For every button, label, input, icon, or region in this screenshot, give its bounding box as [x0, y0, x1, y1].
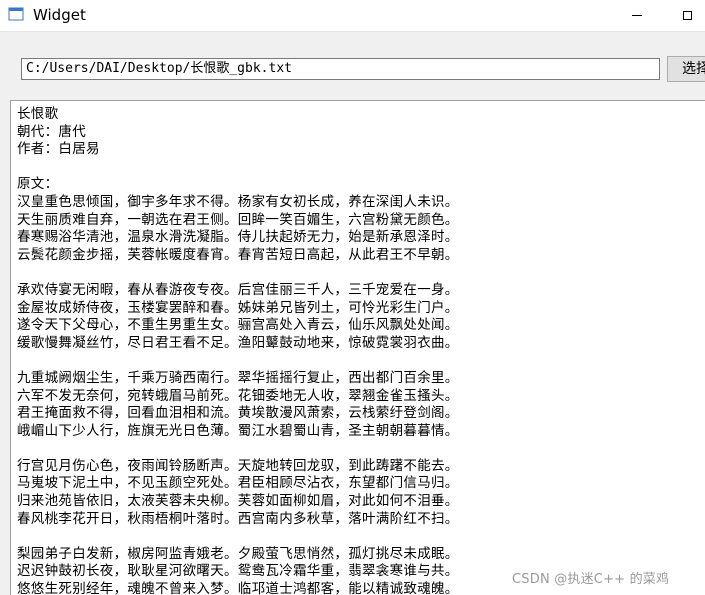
- file-content-textarea[interactable]: 长恨歌 朝代：唐代 作者：白居易 原文： 汉皇重色思倾国，御宇多年求不得。杨家有女初长成…: [10, 100, 705, 595]
- text-line: 作者：白居易: [17, 141, 100, 158]
- text-line: [17, 352, 459, 370]
- file-content-text: 长恨歌 朝代：唐代 作者：白居易 原文： 汉皇重色思倾国，御宇多年求不得。杨家有女初长成…: [17, 106, 459, 595]
- text-line: 归来池苑皆依旧，太液芙蓉未央柳。芙蓉如面柳如眉，对此如何不泪垂。: [17, 493, 459, 510]
- text-line: 春风桃李花开日，秋雨梧桐叶落时。西宫南内多秋草，落叶满阶红不扫。: [17, 510, 459, 527]
- text-line: 长恨歌: [17, 106, 59, 122]
- text-line: 六军不发无奈何，宛转蛾眉马前死。花钿委地无人收，翠翘金雀玉搔头。: [17, 387, 459, 404]
- text-line: 梨园弟子白发新，椒房阿监青娥老。夕殿萤飞思悄然，孤灯挑尽未成眠。: [17, 545, 459, 562]
- text-line: [17, 264, 459, 282]
- text-line: 悠悠生死别经年，魂魄不曾来入梦。临邛道士鸿都客，能以精诚致魂魄。: [17, 581, 459, 595]
- text-line: 迟迟钟鼓初长夜，耿耿星河欲曙天。鸳鸯瓦冷霜华重，翡翠衾寒谁与共。: [17, 563, 459, 580]
- text-line: [17, 440, 459, 458]
- file-path-input[interactable]: C:/Users/DAI/Desktop/长恨歌_gbk.txt: [21, 58, 660, 80]
- text-line: 承欢侍宴无闲暇，春从春游夜专夜。后宫佳丽三千人，三千宠爱在一身。: [17, 281, 459, 298]
- text-line: 云鬓花颜金步摇，芙蓉帐暖度春宵。春宵苦短日高起，从此君王不早朝。: [17, 246, 459, 263]
- text-line: 君王掩面救不得，回看血泪相和流。黄埃散漫风萧索，云栈萦纡登剑阁。: [17, 405, 459, 422]
- text-line: 峨嵋山下少人行，旌旗无光日色薄。蜀江水碧蜀山青，圣主朝朝暮暮情。: [17, 422, 459, 439]
- text-line: 遂令天下父母心，不重生男重生女。骊宫高处入青云，仙乐风飘处处闻。: [17, 317, 459, 334]
- minimize-icon: [632, 15, 642, 16]
- title-bar[interactable]: Widget: [0, 0, 705, 32]
- text-line: 金屋妆成娇侍夜，玉楼宴罢醉和春。姊妹弟兄皆列土，可怜光彩生门户。: [17, 299, 459, 316]
- text-line: 汉皇重色思倾国，御宇多年求不得。杨家有女初长成，养在深闺人未识。: [17, 193, 459, 210]
- app-window-icon: [8, 7, 24, 21]
- app-window: Widget C:/Users/DAI/Desktop/长恨歌_gbk.txt …: [0, 0, 705, 595]
- text-line: 朝代：唐代: [17, 123, 86, 140]
- text-line: 春寒赐浴华清池，温泉水滑洗凝脂。侍儿扶起娇无力，始是新承恩泽时。: [17, 229, 459, 246]
- text-line: [17, 159, 459, 177]
- text-line: 九重城阙烟尘生，千乘万骑西南行。翠华摇摇行复止，西出都门百余里。: [17, 369, 459, 386]
- text-line: 天生丽质难自弃，一朝选在君王侧。回眸一笑百媚生，六宫粉黛无颜色。: [17, 211, 459, 228]
- text-line: 马嵬坡下泥土中，不见玉颜空死处。君臣相顾尽沾衣，东望都门信马归。: [17, 475, 459, 492]
- minimize-button[interactable]: [614, 0, 660, 31]
- maximize-icon: [682, 11, 692, 20]
- text-line: 行宫见月伤心色，夜雨闻铃肠断声。天旋地转回龙驭，到此踌躇不能去。: [17, 457, 459, 474]
- text-line: 缓歌慢舞凝丝竹，尽日君王看不足。渔阳鼙鼓动地来，惊破霓裳羽衣曲。: [17, 334, 459, 351]
- text-line: [17, 528, 459, 546]
- window-title: Widget: [33, 6, 86, 24]
- watermark: CSDN @执迷C++ 的菜鸡: [512, 572, 670, 587]
- text-line: 原文：: [17, 176, 59, 193]
- select-file-button[interactable]: 选择: [667, 56, 705, 82]
- maximize-button[interactable]: [664, 0, 705, 31]
